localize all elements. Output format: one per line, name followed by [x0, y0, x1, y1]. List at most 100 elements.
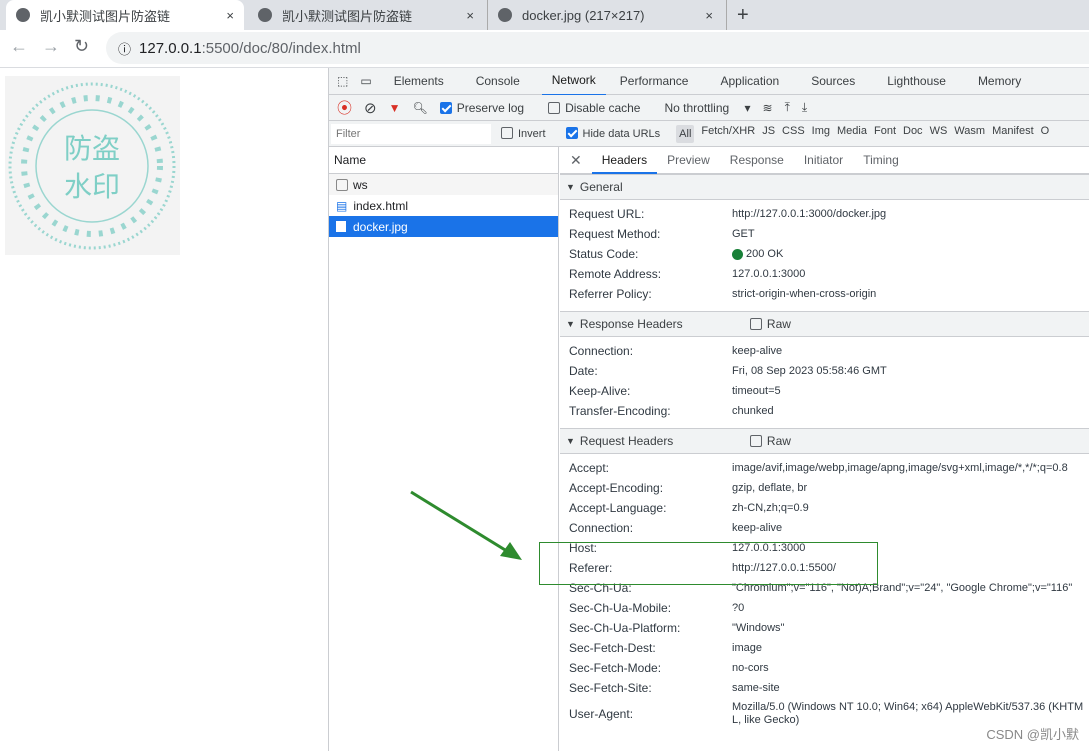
tab-elements[interactable]: Elements — [384, 67, 454, 95]
request-name: index.html — [353, 198, 409, 213]
type-filter-font[interactable]: Font — [874, 125, 896, 143]
request-row[interactable]: ▤ index.html — [329, 195, 558, 216]
network-conditions-icon[interactable]: ≋ — [763, 101, 773, 115]
collapse-triangle-icon: ▼ — [566, 436, 575, 446]
type-filter-o[interactable]: O — [1041, 125, 1050, 143]
disable-cache-checkbox[interactable]: Disable cache — [548, 101, 652, 115]
new-tab-button[interactable]: + — [726, 0, 759, 30]
header-row: Date: Fri, 08 Sep 2023 05:58:46 GMT — [560, 361, 1089, 381]
url-input[interactable]: ⓘ 127.0.0.1:5500/doc/80/index.html — [106, 32, 1089, 64]
header-value: GET — [732, 227, 755, 240]
request-row[interactable]: ws — [329, 174, 558, 195]
detail-tab-headers[interactable]: Headers — [591, 147, 658, 174]
label: Raw — [766, 434, 791, 448]
document-icon: ▤ — [336, 198, 348, 213]
header-value: keep-alive — [732, 344, 783, 357]
type-filter-fetchxhr[interactable]: Fetch/XHR — [701, 125, 755, 143]
close-tab-icon[interactable]: × — [705, 8, 713, 23]
label: Preserve log — [456, 100, 525, 115]
export-har-icon[interactable]: ⤓ — [802, 100, 807, 115]
close-tab-icon[interactable]: × — [226, 8, 234, 23]
import-har-icon[interactable]: ⤒ — [785, 100, 790, 115]
header-value: strict-origin-when-cross-origin — [732, 287, 877, 300]
header-row: Sec-Fetch-Site: same-site — [560, 678, 1089, 698]
hide-data-urls-checkbox[interactable]: Hide data URLs — [565, 127, 671, 140]
browser-tab[interactable]: docker.jpg (217×217) × — [487, 0, 723, 30]
raw-checkbox[interactable]: Raw — [749, 434, 791, 448]
header-row: Keep-Alive: timeout=5 — [560, 381, 1089, 401]
type-filter-img[interactable]: Img — [812, 125, 830, 143]
close-icon[interactable]: ✕ — [560, 152, 592, 169]
header-row: Status Code: 200 OK — [560, 244, 1089, 264]
search-icon[interactable]: 🔍︎ — [412, 101, 427, 115]
reload-icon[interactable]: ↻ — [74, 36, 89, 57]
forward-icon[interactable]: → — [42, 36, 60, 57]
tab-application[interactable]: Application — [710, 67, 789, 95]
section-title: General — [579, 180, 623, 194]
label: Hide data URLs — [582, 128, 661, 140]
section-title: Request Headers — [579, 434, 674, 448]
close-tab-icon[interactable]: × — [466, 8, 474, 23]
detail-tab-initiator[interactable]: Initiator — [794, 147, 853, 174]
header-name: Connection: — [569, 521, 634, 535]
record-icon[interactable]: ⦿ — [337, 97, 352, 118]
type-filter-ws[interactable]: WS — [930, 125, 948, 143]
preserve-log-checkbox[interactable]: Preserve log — [439, 100, 536, 115]
globe-icon — [258, 8, 272, 22]
detail-tab-response[interactable]: Response — [720, 147, 794, 174]
request-row[interactable]: docker.jpg — [329, 216, 558, 237]
raw-checkbox[interactable]: Raw — [749, 317, 791, 331]
header-value: "Chromium";v="116", "Not)A;Brand";v="24"… — [732, 581, 1073, 594]
header-value: http://127.0.0.1:5500/ — [732, 561, 836, 574]
header-name: Sec-Fetch-Mode: — [569, 661, 662, 675]
tab-network[interactable]: Network — [541, 66, 606, 96]
request-name: ws — [353, 177, 368, 192]
back-icon[interactable]: ← — [10, 36, 28, 57]
watermark-image: 防盗 水印 — [5, 76, 180, 255]
csdn-watermark: CSDN @凯小默 — [986, 727, 1079, 742]
header-row: Connection: keep-alive — [560, 518, 1089, 538]
globe-icon — [16, 8, 30, 22]
tab-lighthouse[interactable]: Lighthouse — [877, 67, 956, 95]
type-filter-wasm[interactable]: Wasm — [954, 125, 985, 143]
section-general[interactable]: ▼ General — [560, 174, 1089, 200]
network-toolbar: ⦿ ⊘ ▼ 🔍︎ Preserve log Disable cache No t… — [329, 95, 1089, 121]
browser-tab[interactable]: 凯小默测试图片防盗链 × — [248, 0, 484, 30]
header-value: gzip, deflate, br — [732, 481, 808, 494]
header-row: Sec-Ch-Ua-Mobile: ?0 — [560, 598, 1089, 618]
header-name: Transfer-Encoding: — [569, 404, 671, 418]
type-filter-css[interactable]: CSS — [782, 125, 805, 143]
browser-tab[interactable]: 凯小默测试图片防盗链 × — [6, 0, 244, 30]
detail-tab-preview[interactable]: Preview — [657, 147, 720, 174]
throttling-select[interactable]: No throttling ▾ — [664, 101, 750, 115]
status-dot-icon — [732, 248, 743, 260]
filter-icon[interactable]: ▼ — [389, 101, 401, 115]
tab-console[interactable]: Console — [466, 67, 530, 95]
tab-title: 凯小默测试图片防盗链 — [40, 8, 171, 24]
type-filter-doc[interactable]: Doc — [903, 125, 923, 143]
tab-performance[interactable]: Performance — [610, 67, 699, 95]
globe-icon — [498, 8, 512, 22]
type-filter-media[interactable]: Media — [837, 125, 867, 143]
clear-icon[interactable]: ⊘ — [364, 99, 377, 117]
type-filter-all[interactable]: All — [676, 124, 695, 143]
header-value: Fri, 08 Sep 2023 05:58:46 GMT — [732, 364, 887, 377]
section-response-headers[interactable]: ▼ Response Headers Raw — [560, 311, 1089, 337]
tab-sources[interactable]: Sources — [801, 67, 865, 95]
filter-bar: Invert Hide data URLs All Fetch/XHR JS CSS I… — [329, 121, 1089, 147]
header-name: Keep-Alive: — [569, 384, 631, 398]
invert-checkbox[interactable]: Invert — [501, 127, 556, 140]
header-row: Accept-Language: zh-CN,zh;q=0.9 — [560, 498, 1089, 518]
detail-tabs: ✕ Headers Preview Response Initiator Timing — [560, 147, 1089, 174]
name-column-header[interactable]: Name — [329, 147, 558, 174]
inspect-icon[interactable]: ⬚ — [337, 74, 348, 88]
detail-tab-timing[interactable]: Timing — [853, 147, 909, 174]
device-toolbar-icon[interactable]: ▭ — [360, 74, 371, 88]
type-filter-manifest[interactable]: Manifest — [992, 125, 1034, 143]
section-request-headers[interactable]: ▼ Request Headers Raw — [560, 428, 1089, 454]
type-filter-js[interactable]: JS — [762, 125, 775, 143]
header-name: Remote Address: — [569, 267, 662, 281]
label: Invert — [518, 128, 546, 140]
tab-memory[interactable]: Memory — [968, 67, 1031, 95]
filter-input[interactable] — [331, 123, 491, 144]
